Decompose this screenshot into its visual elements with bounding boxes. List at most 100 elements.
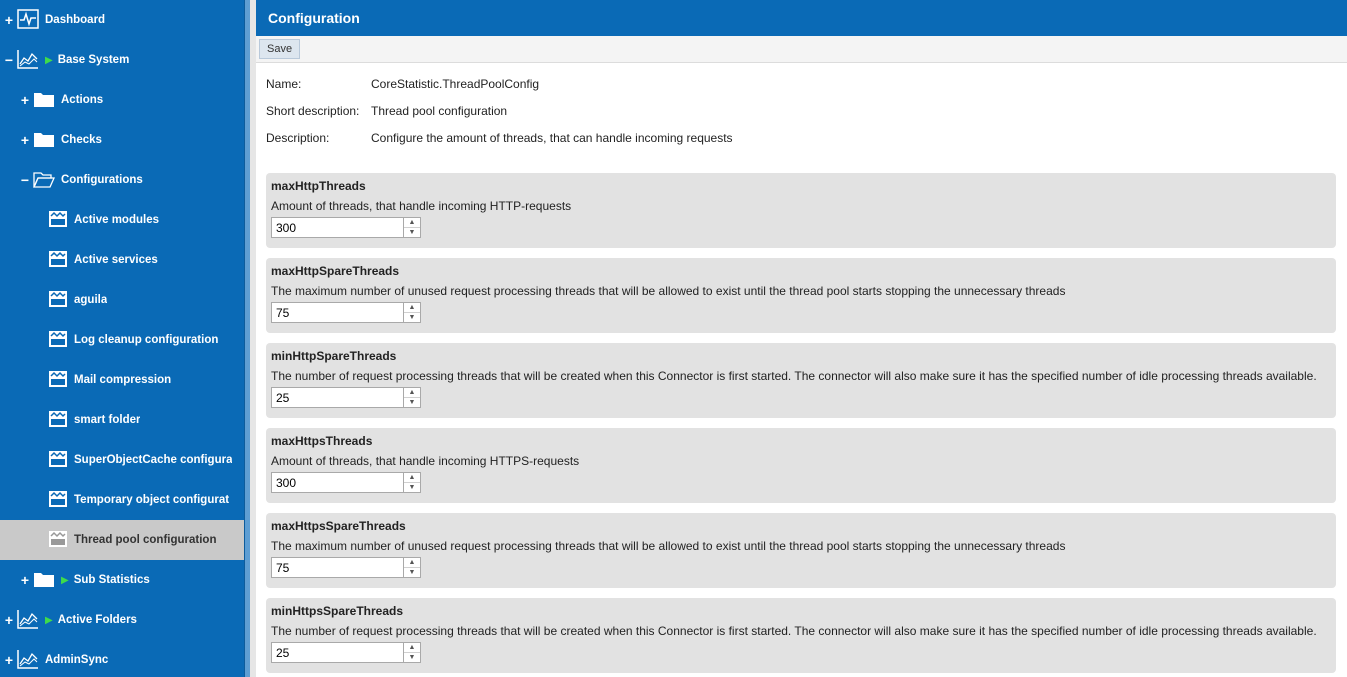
folder-icon: [33, 90, 55, 111]
tree-item-config-leaf[interactable]: aguila: [0, 280, 244, 320]
param-panel: maxHttpSpareThreads The maximum number o…: [266, 258, 1336, 333]
expand-icon[interactable]: +: [20, 93, 30, 107]
tree-item-label: Mail compression: [74, 374, 172, 386]
tree-item-active-folders[interactable]: + ▶ Active Folders: [0, 600, 244, 640]
tree-item-label: AdminSync: [45, 654, 109, 666]
expand-icon[interactable]: +: [4, 613, 14, 627]
folder-icon: [33, 570, 55, 591]
param-stepper: ▲ ▼: [271, 302, 421, 323]
param-description: The number of request processing threads…: [271, 624, 1317, 638]
config-icon: [48, 210, 68, 231]
param-value-input[interactable]: [271, 302, 404, 323]
param-value-input[interactable]: [271, 472, 404, 493]
expand-icon[interactable]: +: [4, 653, 14, 667]
collapse-icon[interactable]: −: [20, 173, 30, 187]
chevron-up-icon[interactable]: ▲: [404, 218, 420, 228]
meta-value: CoreStatistic.ThreadPoolConfig: [371, 77, 540, 91]
toolbar: Save: [256, 36, 1347, 63]
param-stepper: ▲ ▼: [271, 472, 421, 493]
tree-item-label: Actions: [61, 94, 104, 106]
splitter[interactable]: [250, 0, 256, 677]
chevron-up-icon[interactable]: ▲: [404, 643, 420, 653]
expand-icon[interactable]: +: [20, 133, 30, 147]
param-description: The number of request processing threads…: [271, 369, 1317, 383]
param-description: The maximum number of unused request pro…: [271, 284, 1066, 298]
meta-label: Description:: [266, 131, 330, 145]
param-description: Amount of threads, that handle incoming …: [271, 199, 572, 213]
tree-item-config-leaf[interactable]: Active modules: [0, 200, 244, 240]
chevron-up-icon[interactable]: ▲: [404, 388, 420, 398]
tree-item-actions[interactable]: + Actions: [0, 80, 244, 120]
chevron-down-icon[interactable]: ▼: [404, 398, 420, 407]
chevron-down-icon[interactable]: ▼: [404, 568, 420, 577]
tree-item-adminsync[interactable]: + AdminSync: [0, 640, 244, 677]
tree-item-thread-pool-configuration[interactable]: Thread pool configuration: [0, 520, 244, 560]
param-description: Amount of threads, that handle incoming …: [271, 454, 580, 468]
param-name: minHttpsSpareThreads: [271, 604, 404, 618]
chevron-down-icon[interactable]: ▼: [404, 653, 420, 662]
tree-item-label: Sub Statistics: [73, 574, 150, 586]
param-panel: minHttpsSpareThreads The number of reque…: [266, 598, 1336, 673]
chart-icon: [17, 49, 39, 72]
param-value-input[interactable]: [271, 217, 404, 238]
stepper-buttons: ▲ ▼: [404, 302, 421, 323]
tree-item-label: Active services: [74, 254, 158, 266]
stepper-buttons: ▲ ▼: [404, 387, 421, 408]
tree-item-label: Temporary object configurat: [74, 494, 230, 506]
config-icon: [48, 330, 68, 351]
param-value-input[interactable]: [271, 387, 404, 408]
param-name: maxHttpsSpareThreads: [271, 519, 406, 533]
status-running-icon: ▶: [45, 614, 53, 626]
param-stepper: ▲ ▼: [271, 642, 421, 663]
tree-item-config-leaf[interactable]: SuperObjectCache configura: [0, 440, 244, 480]
tree-item-config-leaf[interactable]: smart folder: [0, 400, 244, 440]
param-stepper: ▲ ▼: [271, 557, 421, 578]
tree-item-checks[interactable]: + Checks: [0, 120, 244, 160]
param-panel: maxHttpsSpareThreads The maximum number …: [266, 513, 1336, 588]
tree-item-config-leaf[interactable]: Active services: [0, 240, 244, 280]
tree-item-sub-statistics[interactable]: + ▶ Sub Statistics: [0, 560, 244, 600]
chevron-up-icon[interactable]: ▲: [404, 303, 420, 313]
chevron-up-icon[interactable]: ▲: [404, 558, 420, 568]
chart-icon: [17, 649, 39, 672]
stepper-buttons: ▲ ▼: [404, 642, 421, 663]
navigation-tree: + Dashboard − ▶ Base System + Actions + …: [0, 0, 244, 677]
tree-item-config-leaf[interactable]: Temporary object configurat: [0, 480, 244, 520]
tree-item-config-leaf[interactable]: Mail compression: [0, 360, 244, 400]
param-value-input[interactable]: [271, 642, 404, 663]
tree-item-configurations[interactable]: − Configurations: [0, 160, 244, 200]
collapse-icon[interactable]: −: [4, 53, 14, 67]
tree-item-label: Active Folders: [57, 614, 137, 626]
tree-item-label: aguila: [74, 294, 108, 306]
meta-label: Name:: [266, 77, 302, 91]
tree-item-label: SuperObjectCache configura: [74, 454, 233, 466]
tree-item-label: Checks: [61, 134, 102, 146]
config-icon: [48, 410, 68, 431]
param-name: maxHttpSpareThreads: [271, 264, 400, 278]
param-panel: minHttpSpareThreads The number of reques…: [266, 343, 1336, 418]
stepper-buttons: ▲ ▼: [404, 557, 421, 578]
tree-item-config-leaf[interactable]: Log cleanup configuration: [0, 320, 244, 360]
expand-icon[interactable]: +: [20, 573, 30, 587]
chevron-down-icon[interactable]: ▼: [404, 483, 420, 492]
chevron-up-icon[interactable]: ▲: [404, 473, 420, 483]
folder-icon: [33, 130, 55, 151]
param-description: The maximum number of unused request pro…: [271, 539, 1066, 553]
param-panel: maxHttpThreads Amount of threads, that h…: [266, 173, 1336, 248]
tree-item-label: smart folder: [74, 414, 141, 426]
config-icon: [48, 530, 68, 551]
expand-icon[interactable]: +: [4, 13, 14, 27]
tree-item-dashboard[interactable]: + Dashboard: [0, 0, 244, 40]
config-icon: [48, 370, 68, 391]
tree-item-base-system[interactable]: − ▶ Base System: [0, 40, 244, 80]
config-icon: [48, 290, 68, 311]
param-stepper: ▲ ▼: [271, 387, 421, 408]
tree-item-label: Thread pool configuration: [74, 534, 217, 546]
tree-item-label: Log cleanup configuration: [74, 334, 219, 346]
chevron-down-icon[interactable]: ▼: [404, 228, 420, 237]
chevron-down-icon[interactable]: ▼: [404, 313, 420, 322]
save-button[interactable]: Save: [259, 39, 301, 59]
param-name: minHttpSpareThreads: [271, 349, 397, 363]
config-icon: [48, 490, 68, 511]
param-value-input[interactable]: [271, 557, 404, 578]
